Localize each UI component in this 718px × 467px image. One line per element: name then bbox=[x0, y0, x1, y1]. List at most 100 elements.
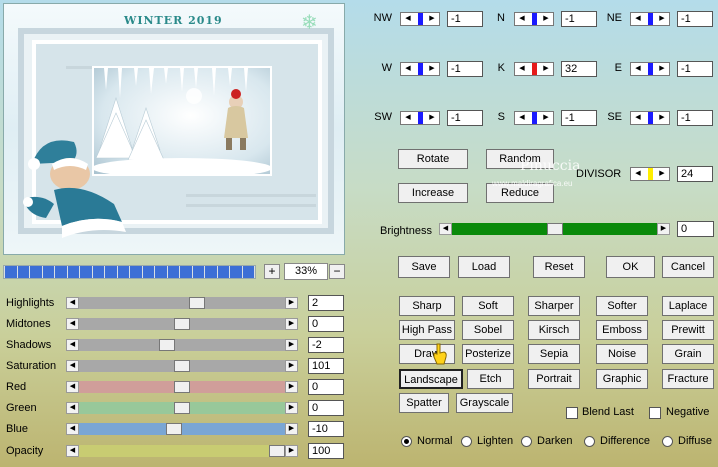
preset-portrait-button[interactable]: Portrait bbox=[528, 369, 580, 389]
kernel-spinner-nw[interactable]: ◀ ▶ bbox=[400, 12, 440, 26]
kernel-spinner-w[interactable]: ◀ ▶ bbox=[400, 62, 440, 76]
slider-left-arrow[interactable]: ◀ bbox=[66, 445, 79, 457]
kernel-value-e[interactable]: -1 bbox=[677, 61, 713, 77]
rotate-button[interactable]: Rotate bbox=[398, 149, 468, 169]
green-slider[interactable]: ◀ ▶ bbox=[66, 402, 298, 414]
slider-track[interactable] bbox=[452, 223, 657, 235]
slider-thumb[interactable] bbox=[174, 381, 190, 393]
spinner-left-arrow[interactable]: ◀ bbox=[517, 113, 527, 123]
midtones-value[interactable]: 0 bbox=[308, 316, 344, 332]
zoom-in-button[interactable]: + bbox=[264, 264, 280, 279]
slider-thumb[interactable] bbox=[174, 360, 190, 372]
preset-kirsch-button[interactable]: Kirsch bbox=[528, 320, 580, 340]
preset-sepia-button[interactable]: Sepia bbox=[528, 344, 580, 364]
slider-left-arrow[interactable]: ◀ bbox=[66, 297, 79, 309]
ok-button[interactable]: OK bbox=[606, 256, 655, 278]
slider-track[interactable] bbox=[79, 318, 285, 330]
mode-radio-normal[interactable] bbox=[401, 436, 412, 447]
opacity-slider[interactable]: ◀ ▶ bbox=[66, 445, 298, 457]
blend-last-checkbox[interactable] bbox=[566, 407, 578, 419]
preset-etch-button[interactable]: Etch bbox=[467, 369, 514, 389]
divisor-spinner[interactable]: ◀ ▶ bbox=[630, 167, 670, 181]
slider-thumb[interactable] bbox=[546, 223, 563, 235]
slider-track[interactable] bbox=[79, 445, 285, 457]
slider-right-arrow[interactable]: ▶ bbox=[285, 339, 298, 351]
kernel-spinner-sw[interactable]: ◀ ▶ bbox=[400, 111, 440, 125]
spinner-left-arrow[interactable]: ◀ bbox=[517, 64, 527, 74]
kernel-spinner-k[interactable]: ◀ ▶ bbox=[514, 62, 554, 76]
load-button[interactable]: Load bbox=[458, 256, 510, 278]
slider-left-arrow[interactable]: ◀ bbox=[66, 423, 79, 435]
slider-left-arrow[interactable]: ◀ bbox=[439, 223, 452, 235]
kernel-spinner-s[interactable]: ◀ ▶ bbox=[514, 111, 554, 125]
spinner-left-arrow[interactable]: ◀ bbox=[403, 14, 413, 24]
slider-thumb[interactable] bbox=[189, 297, 206, 309]
spinner-left-arrow[interactable]: ◀ bbox=[403, 113, 413, 123]
brightness-value[interactable]: 0 bbox=[677, 221, 714, 237]
spinner-marker[interactable] bbox=[648, 63, 653, 75]
saturation-value[interactable]: 101 bbox=[308, 358, 344, 374]
preset-grain-button[interactable]: Grain bbox=[662, 344, 714, 364]
slider-right-arrow[interactable]: ▶ bbox=[285, 360, 298, 372]
kernel-value-s[interactable]: -1 bbox=[561, 110, 597, 126]
spinner-right-arrow[interactable]: ▶ bbox=[541, 14, 551, 24]
highlights-slider[interactable]: ◀ ▶ bbox=[66, 297, 298, 309]
shadows-slider[interactable]: ◀ ▶ bbox=[66, 339, 298, 351]
shadows-value[interactable]: -2 bbox=[308, 337, 344, 353]
spinner-left-arrow[interactable]: ◀ bbox=[633, 169, 643, 179]
slider-thumb[interactable] bbox=[166, 423, 183, 435]
spinner-right-arrow[interactable]: ▶ bbox=[541, 64, 551, 74]
slider-right-arrow[interactable]: ▶ bbox=[285, 445, 298, 457]
kernel-spinner-se[interactable]: ◀ ▶ bbox=[630, 111, 670, 125]
kernel-value-ne[interactable]: -1 bbox=[677, 11, 713, 27]
slider-thumb[interactable] bbox=[174, 318, 190, 330]
spinner-marker[interactable] bbox=[418, 13, 423, 25]
mode-radio-diffuse[interactable] bbox=[662, 436, 673, 447]
slider-left-arrow[interactable]: ◀ bbox=[66, 318, 79, 330]
spinner-marker[interactable] bbox=[532, 63, 537, 75]
kernel-value-w[interactable]: -1 bbox=[447, 61, 483, 77]
negative-checkbox[interactable] bbox=[649, 407, 661, 419]
kernel-value-se[interactable]: -1 bbox=[677, 110, 713, 126]
spinner-right-arrow[interactable]: ▶ bbox=[657, 169, 667, 179]
slider-right-arrow[interactable]: ▶ bbox=[285, 402, 298, 414]
preset-posterize-button[interactable]: Posterize bbox=[462, 344, 514, 364]
kernel-value-nw[interactable]: -1 bbox=[447, 11, 483, 27]
slider-left-arrow[interactable]: ◀ bbox=[66, 339, 79, 351]
spinner-marker[interactable] bbox=[418, 63, 423, 75]
slider-track[interactable] bbox=[79, 381, 285, 393]
preset-spatter-button[interactable]: Spatter bbox=[399, 393, 449, 413]
mode-radio-lighten[interactable] bbox=[461, 436, 472, 447]
preset-soft-button[interactable]: Soft bbox=[462, 296, 514, 316]
spinner-marker[interactable] bbox=[648, 168, 653, 180]
spinner-marker[interactable] bbox=[532, 13, 537, 25]
zoom-out-button[interactable]: − bbox=[329, 264, 345, 279]
preset-prewitt-button[interactable]: Prewitt bbox=[662, 320, 714, 340]
preset-emboss-button[interactable]: Emboss bbox=[596, 320, 648, 340]
mode-radio-difference[interactable] bbox=[584, 436, 595, 447]
preset-softer-button[interactable]: Softer bbox=[596, 296, 648, 316]
preset-landscape-button[interactable]: Landscape bbox=[399, 369, 463, 389]
slider-thumb[interactable] bbox=[174, 402, 190, 414]
cancel-button[interactable]: Cancel bbox=[662, 256, 714, 278]
spinner-right-arrow[interactable]: ▶ bbox=[657, 14, 667, 24]
kernel-spinner-n[interactable]: ◀ ▶ bbox=[514, 12, 554, 26]
slider-track[interactable] bbox=[79, 339, 285, 351]
slider-right-arrow[interactable]: ▶ bbox=[285, 297, 298, 309]
kernel-value-k[interactable]: 32 bbox=[561, 61, 597, 77]
preset-graphic-button[interactable]: Graphic bbox=[596, 369, 648, 389]
spinner-right-arrow[interactable]: ▶ bbox=[657, 113, 667, 123]
spinner-left-arrow[interactable]: ◀ bbox=[403, 64, 413, 74]
slider-track[interactable] bbox=[79, 297, 285, 309]
spinner-right-arrow[interactable]: ▶ bbox=[657, 64, 667, 74]
spinner-left-arrow[interactable]: ◀ bbox=[517, 14, 527, 24]
opacity-value[interactable]: 100 bbox=[308, 443, 344, 459]
spinner-right-arrow[interactable]: ▶ bbox=[427, 64, 437, 74]
slider-track[interactable] bbox=[79, 360, 285, 372]
spinner-left-arrow[interactable]: ◀ bbox=[633, 14, 643, 24]
red-value[interactable]: 0 bbox=[308, 379, 344, 395]
save-button[interactable]: Save bbox=[398, 256, 450, 278]
spinner-left-arrow[interactable]: ◀ bbox=[633, 64, 643, 74]
spinner-left-arrow[interactable]: ◀ bbox=[633, 113, 643, 123]
kernel-spinner-ne[interactable]: ◀ ▶ bbox=[630, 12, 670, 26]
